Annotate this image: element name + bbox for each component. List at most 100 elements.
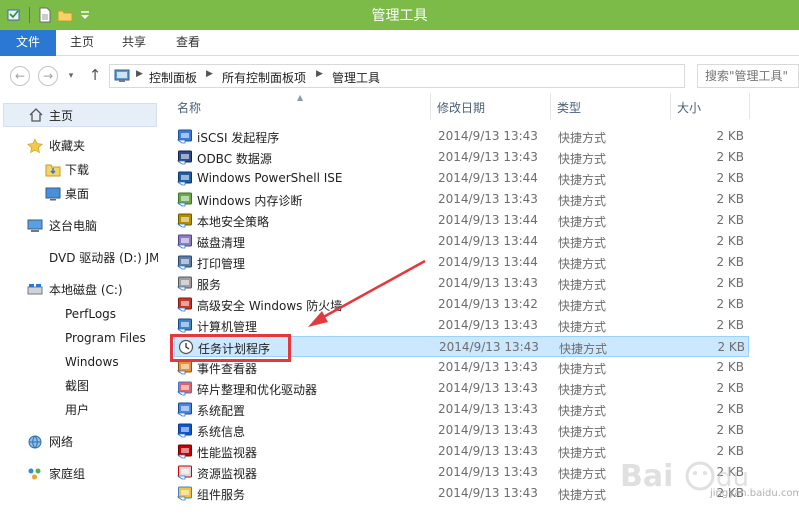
recent-locations-button[interactable]: ▾ — [64, 67, 78, 85]
column-divider[interactable] — [670, 93, 671, 119]
up-button[interactable]: ↑ — [86, 66, 104, 86]
file-row[interactable]: 系统配置 2014/9/13 13:43 快捷方式 2 KB — [174, 399, 749, 420]
file-row[interactable]: Windows PowerShell ISE 2014/9/13 13:44 快捷方… — [174, 168, 749, 189]
search-box[interactable] — [697, 64, 799, 88]
file-date: 2014/9/13 13:43 — [438, 465, 538, 479]
nav-item-network[interactable]: 网络 — [0, 431, 158, 453]
forward-button[interactable]: → — [38, 66, 58, 86]
file-row[interactable]: 系统信息 2014/9/13 13:43 快捷方式 2 KB — [174, 420, 749, 441]
file-row[interactable]: 高级安全 Windows 防火墙 2014/9/13 13:42 快捷方式 2 KB — [174, 294, 749, 315]
breadcrumb-separator[interactable]: ▶ — [316, 69, 323, 79]
nav-item-dvd-drive[interactable]: DVD 驱动器 (D:) JM — [0, 247, 158, 269]
breadcrumb-control-panel[interactable]: 控制面板 — [149, 69, 197, 86]
column-header-name[interactable]: 名称 — [177, 99, 201, 116]
column-header-size[interactable]: 大小 — [677, 99, 701, 116]
column-divider[interactable] — [550, 93, 551, 119]
computer-management-icon — [177, 318, 192, 333]
breadcrumb-separator[interactable]: ▶ — [136, 69, 143, 79]
nav-label: 截图 — [65, 379, 90, 393]
file-date: 2014/9/13 13:44 — [438, 255, 538, 269]
file-name: iSCSI 发起程序 — [197, 131, 280, 145]
file-row[interactable]: 本地安全策略 2014/9/13 13:44 快捷方式 2 KB — [174, 210, 749, 231]
search-input[interactable] — [698, 65, 799, 87]
file-row[interactable]: iSCSI 发起程序 2014/9/13 13:43 快捷方式 2 KB — [174, 126, 749, 147]
firewall-icon — [177, 297, 192, 312]
file-name: Windows PowerShell ISE — [197, 171, 343, 185]
annotation-highlight-box — [170, 334, 291, 362]
file-size: 2 KB — [716, 276, 744, 290]
breadcrumb-admin-tools[interactable]: 管理工具 — [332, 69, 380, 86]
file-type: 快捷方式 — [558, 152, 607, 166]
file-row[interactable]: 服务 2014/9/13 13:43 快捷方式 2 KB — [174, 273, 749, 294]
tab-file[interactable]: 文件 — [0, 30, 56, 56]
file-row[interactable]: 计算机管理 2014/9/13 13:43 快捷方式 2 KB — [174, 315, 749, 336]
tab-view[interactable]: 查看 — [162, 30, 214, 56]
column-header-type[interactable]: 类型 — [557, 99, 581, 116]
file-type: 快捷方式 — [559, 342, 608, 356]
nav-item-homegroup[interactable]: 家庭组 — [0, 463, 158, 485]
file-type: 快捷方式 — [558, 320, 607, 334]
file-name: 性能监视器 — [197, 446, 258, 460]
file-row[interactable]: ODBC 数据源 2014/9/13 13:43 快捷方式 2 KB — [174, 147, 749, 168]
file-size: 2 KB — [717, 340, 745, 354]
nav-item-desktop[interactable]: 桌面 — [0, 183, 158, 205]
file-row[interactable]: 打印管理 2014/9/13 13:44 快捷方式 2 KB — [174, 252, 749, 273]
column-header-date[interactable]: 修改日期 — [437, 99, 485, 116]
file-name: 系统配置 — [197, 404, 246, 418]
nav-item-home[interactable]: 主页 — [3, 103, 157, 127]
back-button[interactable]: ← — [10, 66, 30, 86]
address-bar[interactable]: ▶ 控制面板 ▶ 所有控制面板项 ▶ 管理工具 ▾ ↻ — [109, 64, 780, 88]
file-type: 快捷方式 — [558, 278, 607, 292]
services-icon — [177, 276, 192, 291]
nav-item-perflogs[interactable]: PerfLogs — [0, 303, 158, 325]
file-date: 2014/9/13 13:43 — [439, 340, 539, 354]
tab-share[interactable]: 共享 — [108, 30, 160, 56]
file-name: 碎片整理和优化驱动器 — [197, 383, 318, 397]
file-row[interactable]: 碎片整理和优化驱动器 2014/9/13 13:43 快捷方式 2 KB — [174, 378, 749, 399]
file-type: 快捷方式 — [558, 215, 607, 229]
nav-item-screenshots[interactable]: 截图 — [0, 375, 158, 397]
column-headers: ▲ 名称 修改日期 类型 大小 — [167, 93, 799, 119]
file-date: 2014/9/13 13:43 — [438, 276, 538, 290]
file-type: 快捷方式 — [558, 131, 607, 145]
breadcrumb-separator[interactable]: ▶ — [206, 69, 213, 79]
print-management-icon — [177, 255, 192, 270]
defrag-icon — [177, 381, 192, 396]
file-name: 打印管理 — [197, 257, 246, 271]
file-date: 2014/9/13 13:43 — [438, 444, 538, 458]
nav-item-local-disk[interactable]: 本地磁盘 (C:) — [0, 279, 158, 301]
nav-item-favorites[interactable]: 收藏夹 — [0, 135, 158, 157]
breadcrumb-all-items[interactable]: 所有控制面板项 — [222, 69, 306, 86]
file-name: 组件服务 — [197, 488, 246, 502]
sort-ascending-icon: ▲ — [297, 93, 304, 102]
file-type: 快捷方式 — [558, 173, 607, 187]
nav-item-downloads[interactable]: 下载 — [0, 159, 158, 181]
nav-item-this-pc[interactable]: 这台电脑 — [0, 215, 158, 237]
nav-item-program-files[interactable]: Program Files — [0, 327, 158, 349]
column-divider[interactable] — [749, 93, 750, 119]
file-row[interactable]: 磁盘清理 2014/9/13 13:44 快捷方式 2 KB — [174, 231, 749, 252]
file-date: 2014/9/13 13:43 — [438, 381, 538, 395]
navigation-pane: 主页 收藏夹 下载 桌面 这台电脑 DVD 驱动器 (D:) JM 本地磁盘 (… — [0, 93, 158, 525]
file-type: 快捷方式 — [558, 299, 607, 313]
file-type: 快捷方式 — [558, 425, 607, 439]
nav-item-windows[interactable]: Windows — [0, 351, 158, 373]
homegroup-icon — [28, 468, 41, 480]
system-info-icon — [177, 423, 192, 438]
file-name: 本地安全策略 — [197, 215, 270, 229]
nav-label: Windows — [65, 355, 119, 369]
control-panel-icon — [114, 69, 130, 82]
nav-item-users[interactable]: 用户 — [0, 399, 158, 421]
file-size: 2 KB — [716, 129, 744, 143]
watermark-url: jingyan.baidu.com — [710, 488, 799, 499]
file-type: 快捷方式 — [558, 383, 607, 397]
column-divider[interactable] — [430, 93, 431, 119]
file-row[interactable]: Windows 内存诊断 2014/9/13 13:43 快捷方式 2 KB — [174, 189, 749, 210]
tab-home[interactable]: 主页 — [56, 30, 108, 56]
file-type: 快捷方式 — [558, 404, 607, 418]
pane-divider[interactable] — [158, 93, 159, 525]
ribbon-tabs: 文件 主页 共享 查看 — [0, 30, 799, 56]
baidu-watermark: Bai du — [620, 459, 749, 494]
disk-cleanup-icon — [177, 234, 192, 249]
file-date: 2014/9/13 13:43 — [438, 423, 538, 437]
